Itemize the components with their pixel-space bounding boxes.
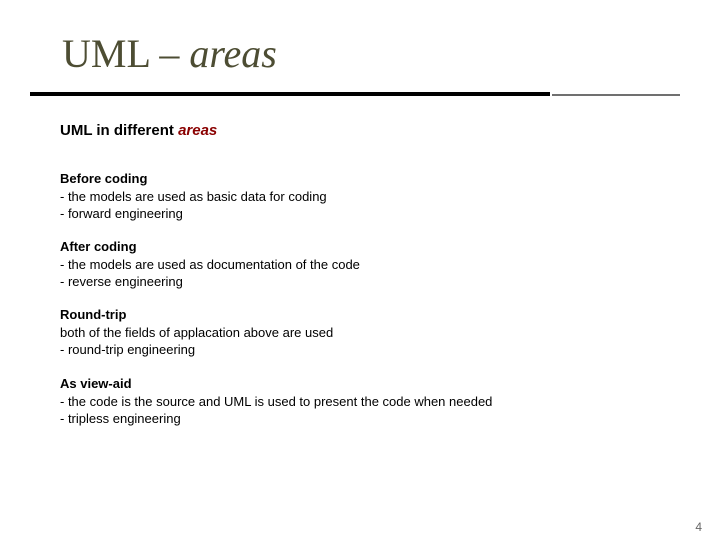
section-head: As view-aid <box>60 375 660 393</box>
slide: UML – areas UML in different areas Befor… <box>0 0 720 540</box>
section-head: After coding <box>60 238 660 256</box>
section-line: - the models are used as basic data for … <box>60 188 660 206</box>
subtitle-prefix: UML in different <box>60 122 178 139</box>
section-before-coding: Before coding - the models are used as b… <box>60 170 660 223</box>
section-line: - the code is the source and UML is used… <box>60 393 660 411</box>
section-round-trip: Round-trip both of the fields of applaca… <box>60 306 660 359</box>
title-underline-thin <box>552 94 680 96</box>
section-line: - tripless engineering <box>60 410 660 428</box>
section-view-aid: As view-aid - the code is the source and… <box>60 375 660 428</box>
slide-title: UML – areas <box>62 30 277 77</box>
page-number: 4 <box>695 520 702 534</box>
section-line: both of the fields of applacation above … <box>60 324 660 342</box>
section-line: - the models are used as documentation o… <box>60 256 660 274</box>
section-line: - forward engineering <box>60 205 660 223</box>
title-prefix: UML – <box>62 31 189 76</box>
title-underline-thick <box>30 92 550 96</box>
section-line: - reverse engineering <box>60 273 660 291</box>
title-italic-word: areas <box>189 31 276 76</box>
section-line: - round-trip engineering <box>60 341 660 359</box>
subtitle-areas-word: areas <box>178 122 217 139</box>
section-head: Round-trip <box>60 306 660 324</box>
section-after-coding: After coding - the models are used as do… <box>60 238 660 291</box>
subtitle: UML in different areas <box>60 122 217 139</box>
section-head: Before coding <box>60 170 660 188</box>
